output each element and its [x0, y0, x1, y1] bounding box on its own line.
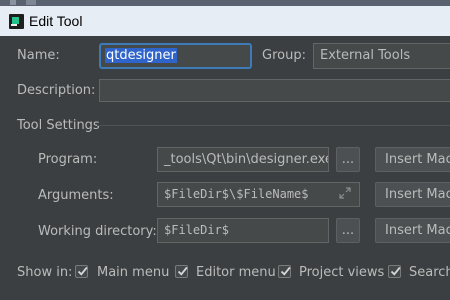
search-results-label: Search results — [409, 265, 450, 280]
main-menu-label: Main menu — [97, 265, 170, 280]
expand-icon[interactable] — [339, 187, 351, 199]
program-field[interactable]: _tools\Qt\bin\designer.exe — [157, 147, 329, 172]
show-in-label: Show in: — [17, 265, 73, 280]
arguments-value: $FileDir$\$FileName$ — [164, 187, 309, 201]
program-insert-macro-button[interactable]: Insert Macro... — [375, 147, 450, 172]
editor-menu-label: Editor menu — [196, 265, 276, 280]
description-field[interactable] — [99, 79, 450, 102]
group-combo-value: External Tools — [320, 48, 411, 63]
check-icon — [177, 266, 188, 276]
tool-settings-title: Tool Settings — [17, 118, 100, 133]
arguments-insert-macro-button[interactable]: Insert Macro... — [375, 182, 450, 207]
working-directory-value: $FileDir$ — [164, 223, 230, 237]
name-field[interactable]: qtdesigner — [99, 43, 252, 69]
clipped-next-section — [0, 292, 450, 300]
program-label: Program: — [38, 152, 98, 167]
background-element — [26, 0, 36, 5]
check-icon — [280, 266, 291, 276]
check-icon — [77, 266, 88, 276]
search-results-checkbox[interactable] — [388, 265, 401, 278]
name-label: Name: — [17, 48, 60, 63]
description-label: Description: — [17, 83, 96, 98]
project-views-label: Project views — [299, 265, 385, 280]
arguments-label: Arguments: — [38, 188, 114, 203]
name-field-value: qtdesigner — [105, 48, 177, 63]
working-directory-browse-button[interactable]: ... — [336, 218, 360, 243]
main-menu-checkbox[interactable] — [75, 265, 88, 278]
section-separator — [97, 125, 450, 126]
check-icon — [390, 266, 401, 276]
window-title: Edit Tool — [29, 13, 83, 29]
group-label: Group: — [262, 48, 306, 63]
pycharm-icon — [9, 14, 24, 29]
program-browse-button[interactable]: ... — [336, 147, 360, 172]
working-directory-label: Working directory: — [38, 224, 157, 239]
project-views-checkbox[interactable] — [278, 265, 291, 278]
editor-menu-checkbox[interactable] — [175, 265, 188, 278]
arguments-field[interactable]: $FileDir$\$FileName$ — [157, 182, 360, 207]
group-combo[interactable]: External Tools — [313, 43, 450, 69]
working-directory-insert-macro-button[interactable]: Insert Macro... — [375, 218, 450, 243]
background-element — [10, 0, 16, 5]
working-directory-field[interactable]: $FileDir$ — [157, 218, 329, 243]
